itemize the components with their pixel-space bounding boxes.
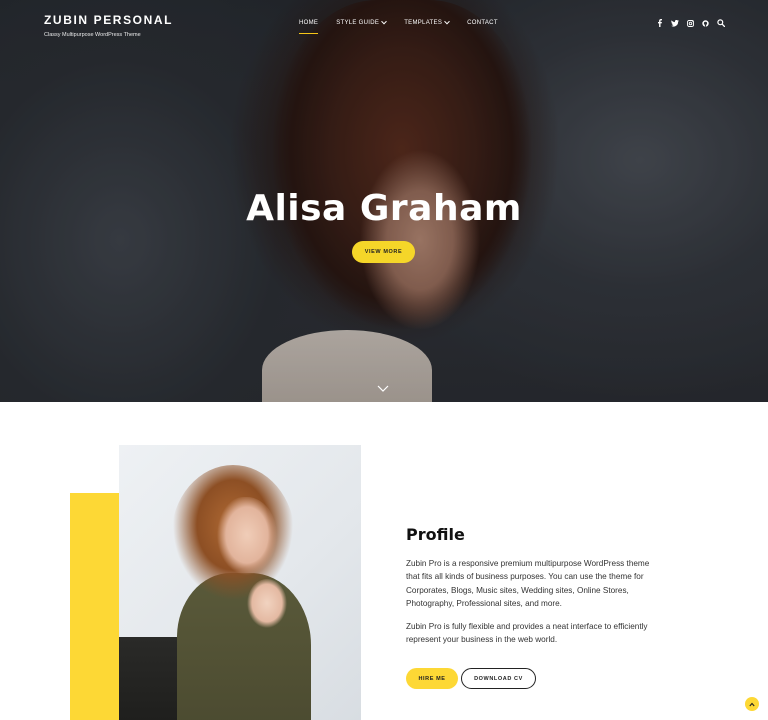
hero-section: ZUBIN PERSONAL Classy Multipurpose WordP… xyxy=(0,0,768,402)
nav-item-style-guide[interactable]: STYLE GUIDE xyxy=(336,18,388,34)
chevron-down-icon[interactable] xyxy=(377,384,389,394)
download-cv-button[interactable]: DOWNLOAD CV xyxy=(461,668,536,689)
nav-item-templates[interactable]: TEMPLATES xyxy=(404,18,450,34)
github-icon[interactable] xyxy=(702,19,709,27)
social-links xyxy=(656,19,725,27)
chevron-down-icon xyxy=(381,18,388,25)
hero-title: Alisa Graham xyxy=(246,188,522,229)
nav-item-label: HOME xyxy=(299,20,319,26)
nav-item-home[interactable]: HOME xyxy=(299,20,319,34)
nav-item-label: CONTACT xyxy=(467,20,498,26)
hire-me-button[interactable]: HIRE ME xyxy=(406,668,458,689)
instagram-icon[interactable] xyxy=(687,19,694,27)
facebook-icon[interactable] xyxy=(656,19,663,27)
site-title[interactable]: ZUBIN PERSONAL xyxy=(44,13,173,27)
chevron-up-icon xyxy=(749,702,755,706)
nav-item-label: TEMPLATES xyxy=(404,20,443,26)
profile-photo xyxy=(119,445,361,720)
decorative-yellow-block xyxy=(70,493,120,720)
site-branding[interactable]: ZUBIN PERSONAL Classy Multipurpose WordP… xyxy=(44,13,173,38)
twitter-icon[interactable] xyxy=(671,19,679,27)
profile-paragraph: Zubin Pro is a responsive premium multip… xyxy=(406,559,650,609)
photo-face xyxy=(217,497,277,575)
photo-hands xyxy=(247,579,287,629)
back-to-top-button[interactable] xyxy=(745,697,759,711)
view-more-button[interactable]: VIEW MORE xyxy=(352,241,415,263)
site-tagline: Classy Multipurpose WordPress Theme xyxy=(44,32,141,38)
nav-item-contact[interactable]: CONTACT xyxy=(467,20,498,34)
profile-paragraph: Zubin Pro is fully flexible and provides… xyxy=(406,622,648,645)
main-nav: HOME STYLE GUIDE TEMPLATES CONTACT xyxy=(299,18,498,34)
profile-title: Profile xyxy=(406,525,465,544)
nav-item-label: STYLE GUIDE xyxy=(336,20,380,26)
search-icon[interactable] xyxy=(717,19,725,27)
chevron-down-icon xyxy=(444,18,450,25)
